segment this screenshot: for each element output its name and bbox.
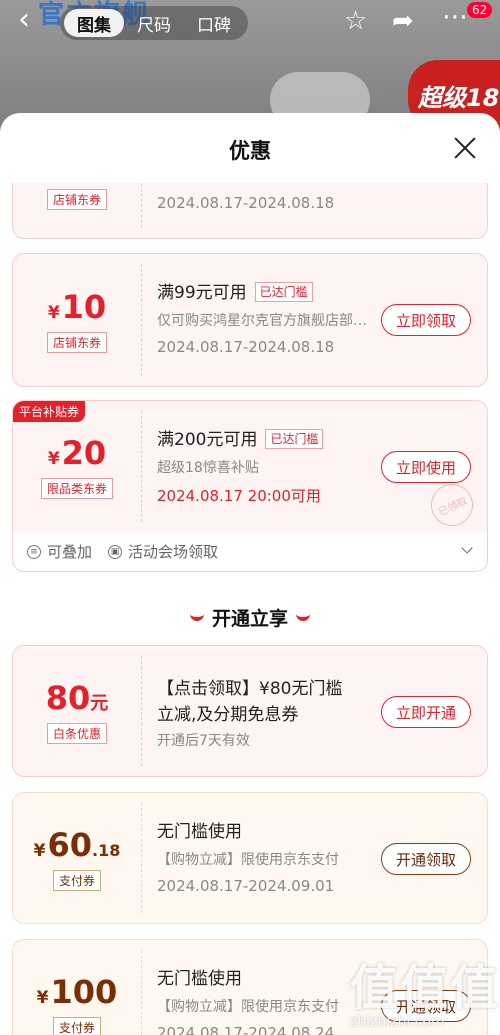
use-now-button[interactable]: 立即使用: [381, 451, 471, 483]
coupon-condition: 满200元可用 已达门槛: [157, 425, 324, 450]
smile-icon: [189, 613, 204, 621]
coupon-card: 平台补贴券 ¥20 限品类东券 满200元可用 已达门槛 超级18惊喜补贴 202…: [12, 400, 488, 532]
offer-card: 80 元 白条优惠 【点击领取】¥80无门槛 立减,及分期免息券 开通后7天有效 …: [12, 645, 488, 777]
offer-condition: 无门槛使用: [157, 822, 242, 842]
chevron-down-icon[interactable]: [461, 542, 473, 554]
threshold-met-badge: 已达门槛: [254, 282, 313, 302]
offer-amount: 80 元: [45, 678, 109, 717]
offer-validity: 2024.08.17-2024.08.24: [157, 1024, 335, 1035]
smile-icon: [296, 613, 310, 621]
coupon-type-tag: 店铺东券: [46, 331, 107, 353]
claim-now-button[interactable]: 立即领取: [381, 304, 471, 336]
offer-type-tag: 白条优惠: [46, 722, 107, 744]
coupon-validity: 2024.08.17-2024.08.18: [157, 338, 335, 356]
section-title: 开通立享: [0, 604, 500, 631]
coupon-description: 超级18惊喜补贴: [157, 460, 259, 476]
offer-validity: 2024.08.17-2024.09.01: [157, 877, 335, 895]
tab-gallery[interactable]: 图集: [64, 9, 124, 37]
coupon-type-tag: 限品类东券: [40, 478, 113, 499]
offer-card: ¥60.18 支付券 无门槛使用 【购物立减】限使用京东支付 2024.08.1…: [12, 792, 488, 924]
activate-claim-button[interactable]: 开通领取: [381, 843, 471, 875]
coupon-validity: 2024.08.17 20:00可用: [157, 487, 321, 505]
coupon-amount: ¥20: [47, 434, 107, 472]
venue-info: ▣ 活动会场领取: [108, 541, 218, 562]
offer-title-line2: 立减,及分期免息券: [157, 705, 299, 725]
message-count-badge: 62: [467, 2, 493, 18]
discount-sheet: 优惠 店铺东券 2024.08.17-2024.08.18 ¥10 店铺东券 满…: [0, 113, 500, 1035]
back-arrow-icon[interactable]: ‹: [18, 5, 46, 36]
offer-amount: ¥60.18: [33, 825, 121, 864]
gallery-tab-switcher: 图集 尺码 口碑: [60, 6, 248, 40]
offer-condition: 无门槛使用: [157, 969, 242, 989]
tab-size[interactable]: 尺码: [124, 9, 184, 37]
tab-reviews[interactable]: 口碑: [184, 9, 244, 37]
coupon-card: ¥10 店铺东券 满99元可用 已达门槛 仅可购买鸿星尔克官方旗舰店部分商品 20…: [12, 253, 488, 387]
claimed-stamp: 已领取: [424, 477, 480, 532]
coupon-type-tag: 店铺东券: [46, 189, 107, 210]
watermark-logo: 值值值: [350, 960, 500, 1016]
offer-title: 【点击领取】¥80无门槛: [157, 679, 343, 699]
offer-description: 【购物立减】限使用京东支付: [157, 852, 339, 868]
sheet-title: 优惠: [229, 139, 271, 163]
more-icon[interactable]: ⋯: [442, 2, 468, 32]
coupon-amount: ¥10: [47, 287, 107, 326]
coupon-condition: 满99元可用 已达门槛: [157, 278, 313, 303]
star-favorite-icon[interactable]: ☆: [344, 6, 367, 36]
venue-icon: ▣: [108, 544, 123, 559]
offer-description: 【购物立减】限使用京东支付: [157, 999, 339, 1015]
site-watermark: 值值值 zhizhizhi.com: [350, 948, 500, 1035]
coupon-list[interactable]: 店铺东券 2024.08.17-2024.08.18 ¥10 店铺东券 满99元…: [0, 183, 500, 1035]
coupon-footer[interactable]: ≡ 可叠加 ▣ 活动会场领取: [12, 532, 488, 572]
coupon-validity: 2024.08.17-2024.08.18: [157, 194, 335, 212]
offer-validity: 开通后7天有效: [157, 733, 250, 749]
stack-icon: ≡: [27, 544, 41, 559]
offer-amount: ¥100: [36, 972, 118, 1011]
offer-type-tag: 支付券: [52, 1016, 101, 1035]
coupon-card: 店铺东券 2024.08.17-2024.08.18: [12, 183, 488, 239]
stackable-info: ≡ 可叠加: [27, 541, 92, 562]
offer-type-tag: 支付券: [52, 869, 101, 891]
share-icon[interactable]: ➦: [392, 6, 414, 36]
coupon-description: 仅可购买鸿星尔克官方旗舰店部分商品: [157, 313, 377, 329]
threshold-met-badge: 已达门槛: [265, 429, 324, 449]
activate-now-button[interactable]: 立即开通: [381, 696, 471, 728]
close-icon[interactable]: [450, 133, 480, 163]
